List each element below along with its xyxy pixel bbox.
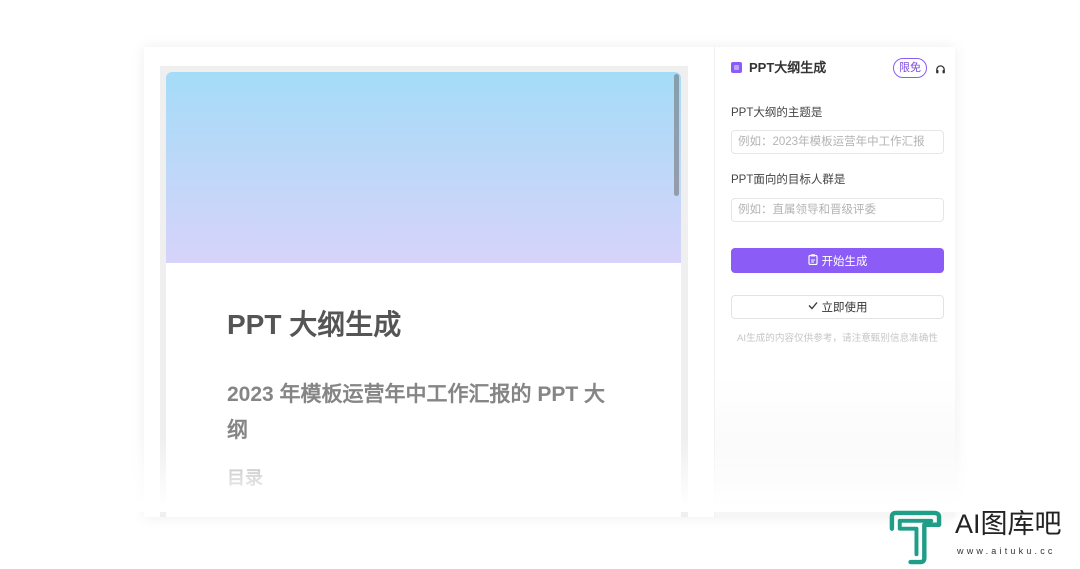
generator-panel: PPT大纲生成 限免 PPT大纲的主题是 PPT面向的目标人群是 开始生成 <box>714 47 955 517</box>
check-icon <box>808 301 818 313</box>
outline-preview: PPT 大纲生成 2023 年模板运营年中工作汇报的 PPT 大 纲 目录 <box>160 66 688 517</box>
ai-disclaimer: AI生成的内容仅供参考，请注意甄别信息准确性 <box>737 333 938 344</box>
ppt-icon <box>731 62 742 73</box>
app-frame: PPT 大纲生成 2023 年模板运营年中工作汇报的 PPT 大 纲 目录 PP… <box>144 47 955 517</box>
use-button[interactable]: 立即使用 <box>731 295 944 319</box>
watermark-url: www.aituku.cc <box>957 546 1056 556</box>
topic-input[interactable] <box>731 130 944 154</box>
document-cover-banner <box>166 72 681 263</box>
document-subtitle-line: 纲 <box>227 419 248 442</box>
preview-scrollbar[interactable] <box>674 74 679 196</box>
document-title: PPT 大纲生成 <box>227 309 402 340</box>
aituku-logo-icon <box>889 510 942 565</box>
document-subtitle-line: 2023 年模板运营年中工作汇报的 PPT 大 <box>227 383 606 406</box>
free-badge: 限免 <box>893 58 927 78</box>
headset-icon[interactable] <box>935 62 946 74</box>
preview-document: PPT 大纲生成 2023 年模板运营年中工作汇报的 PPT 大 纲 目录 <box>166 72 681 517</box>
document-subtitle: 2023 年模板运营年中工作汇报的 PPT 大 纲 <box>227 377 605 449</box>
panel-title: PPT大纲生成 <box>749 60 827 75</box>
generate-button[interactable]: 开始生成 <box>731 248 944 273</box>
generate-button-label: 开始生成 <box>821 255 868 268</box>
topic-label: PPT大纲的主题是 <box>731 107 823 119</box>
clipboard-icon <box>807 253 818 268</box>
watermark: AI图库吧 www.aituku.cc <box>885 508 1075 566</box>
audience-input[interactable] <box>731 198 944 222</box>
watermark-brand: AI图库吧 <box>955 509 1062 539</box>
use-button-label: 立即使用 <box>821 302 868 314</box>
audience-label: PPT面向的目标人群是 <box>731 174 846 186</box>
document-section-heading: 目录 <box>227 468 263 488</box>
